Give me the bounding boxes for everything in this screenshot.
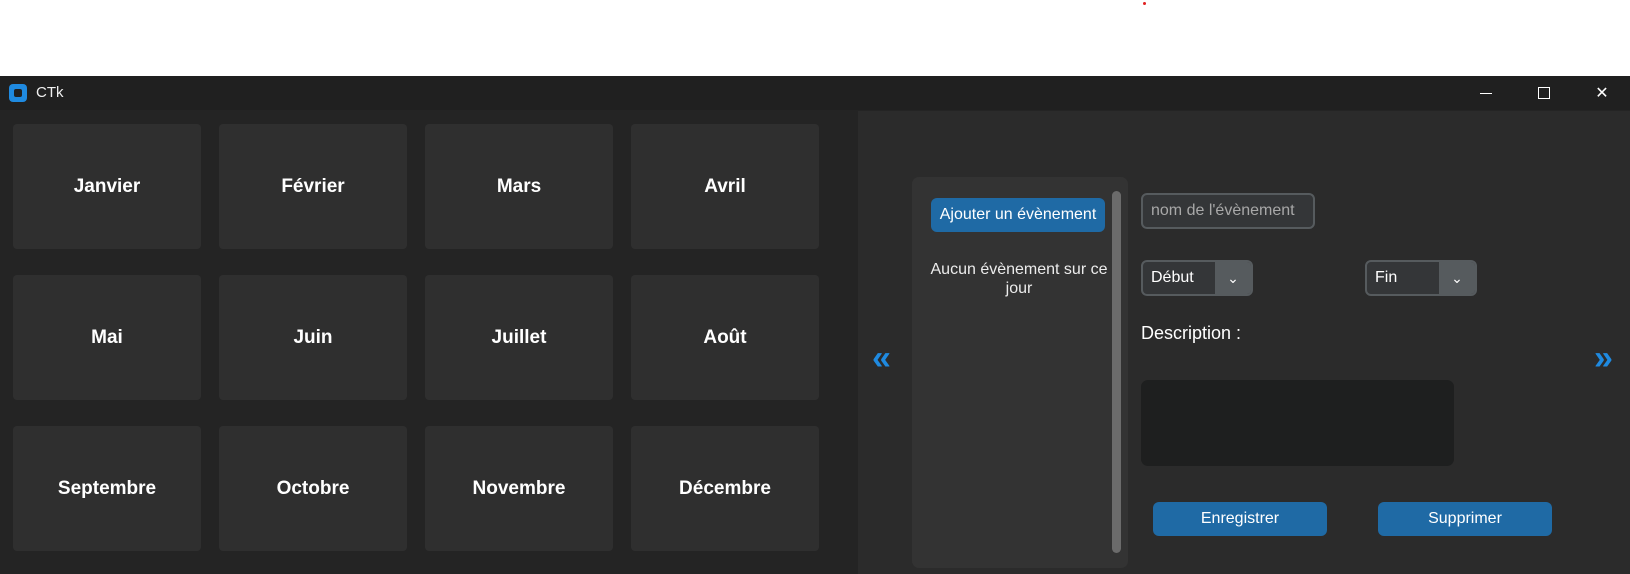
chevron-down-icon[interactable]: ⌄ — [1439, 262, 1475, 294]
month-button-fevrier[interactable]: Février — [219, 124, 407, 249]
month-button-mai[interactable]: Mai — [13, 275, 201, 400]
add-event-button[interactable]: Ajouter un évènement — [931, 198, 1105, 232]
end-dropdown-value: Fin — [1375, 269, 1398, 286]
start-dropdown[interactable]: Début ⌄ — [1141, 260, 1253, 296]
save-button[interactable]: Enregistrer — [1153, 502, 1327, 536]
month-button-avril[interactable]: Avril — [631, 124, 819, 249]
maximize-icon — [1538, 87, 1550, 99]
maximize-button[interactable] — [1515, 76, 1573, 110]
month-button-octobre[interactable]: Octobre — [219, 426, 407, 551]
cursor-dot — [1143, 2, 1146, 5]
chevron-down-icon[interactable]: ⌄ — [1215, 262, 1251, 294]
previous-arrow-icon[interactable]: « — [872, 341, 891, 375]
next-arrow-icon[interactable]: » — [1594, 341, 1613, 375]
description-textarea[interactable] — [1141, 380, 1454, 466]
start-dropdown-value: Début — [1151, 269, 1194, 286]
months-grid: Janvier Février Mars Avril Mai Juin Juil… — [0, 115, 858, 574]
month-button-septembre[interactable]: Septembre — [13, 426, 201, 551]
month-button-juin[interactable]: Juin — [219, 275, 407, 400]
app-window: CTk ✕ Janvier Février Mars Avril Mai Jui… — [0, 76, 1630, 574]
title-bar: CTk ✕ — [0, 76, 1630, 110]
month-button-novembre[interactable]: Novembre — [425, 426, 613, 551]
event-list: Ajouter un évènement Aucun évènement sur… — [912, 177, 1128, 568]
empty-events-message: Aucun évènement sur ce jour — [930, 261, 1108, 297]
close-button[interactable]: ✕ — [1573, 76, 1630, 110]
end-dropdown[interactable]: Fin ⌄ — [1365, 260, 1477, 296]
month-button-decembre[interactable]: Décembre — [631, 426, 819, 551]
minimize-icon — [1480, 92, 1492, 94]
event-panel: « » Ajouter un évènement Aucun évènement… — [858, 111, 1630, 574]
close-icon: ✕ — [1595, 85, 1609, 102]
event-name-input[interactable] — [1141, 193, 1315, 229]
window-title: CTk — [36, 84, 64, 101]
minimize-button[interactable] — [1457, 76, 1515, 110]
month-button-aout[interactable]: Août — [631, 275, 819, 400]
month-button-janvier[interactable]: Janvier — [13, 124, 201, 249]
event-list-scrollbar[interactable] — [1112, 191, 1121, 553]
app-logo-icon — [9, 84, 27, 102]
month-button-juillet[interactable]: Juillet — [425, 275, 613, 400]
description-label: Description : — [1141, 323, 1242, 343]
delete-button[interactable]: Supprimer — [1378, 502, 1552, 536]
month-button-mars[interactable]: Mars — [425, 124, 613, 249]
